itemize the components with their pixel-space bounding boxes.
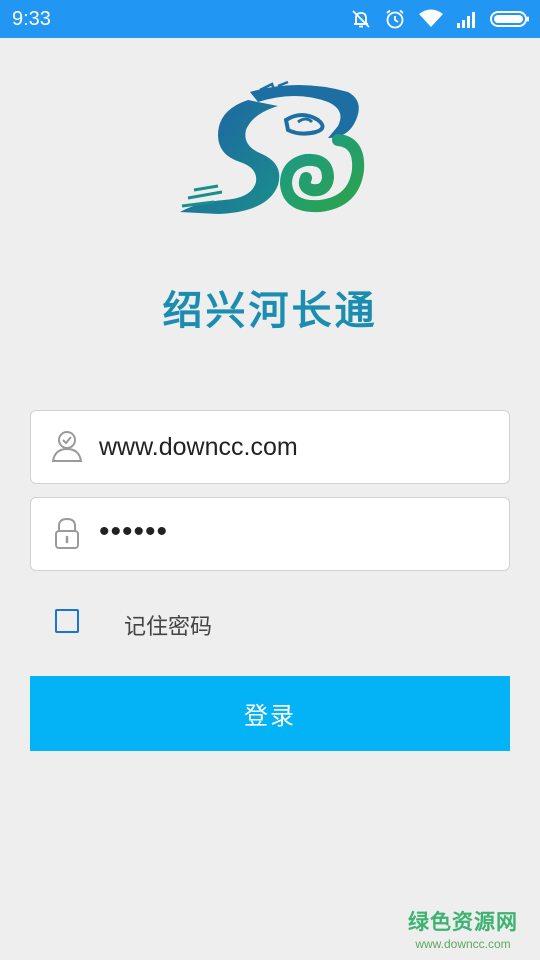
password-field[interactable]: •••••• [30,497,510,571]
status-time: 9:33 [12,8,51,30]
username-field[interactable]: www.downcc.com [30,410,510,484]
status-bar: 9:33 [0,0,540,38]
watermark-title: 绿色资源网 [408,910,518,934]
password-input[interactable]: •••••• [99,515,168,549]
app-title: 绍兴河长通 [162,288,378,334]
battery-icon [490,9,530,29]
bell-off-icon [350,8,372,30]
watermark: 绿色资源网 www.downcc.com [408,906,518,951]
login-button[interactable]: 登录 [30,676,510,751]
wifi-icon [418,8,444,30]
alarm-icon [384,8,406,30]
watermark-url: www.downcc.com [415,937,511,951]
lock-icon [51,516,83,550]
username-input[interactable]: www.downcc.com [99,433,298,462]
remember-password-label[interactable]: 记住密码 [124,609,212,641]
user-icon [51,429,83,463]
signal-icon [456,9,478,29]
status-icons [350,6,530,32]
app-logo [178,80,366,225]
remember-password-checkbox[interactable] [55,609,79,633]
